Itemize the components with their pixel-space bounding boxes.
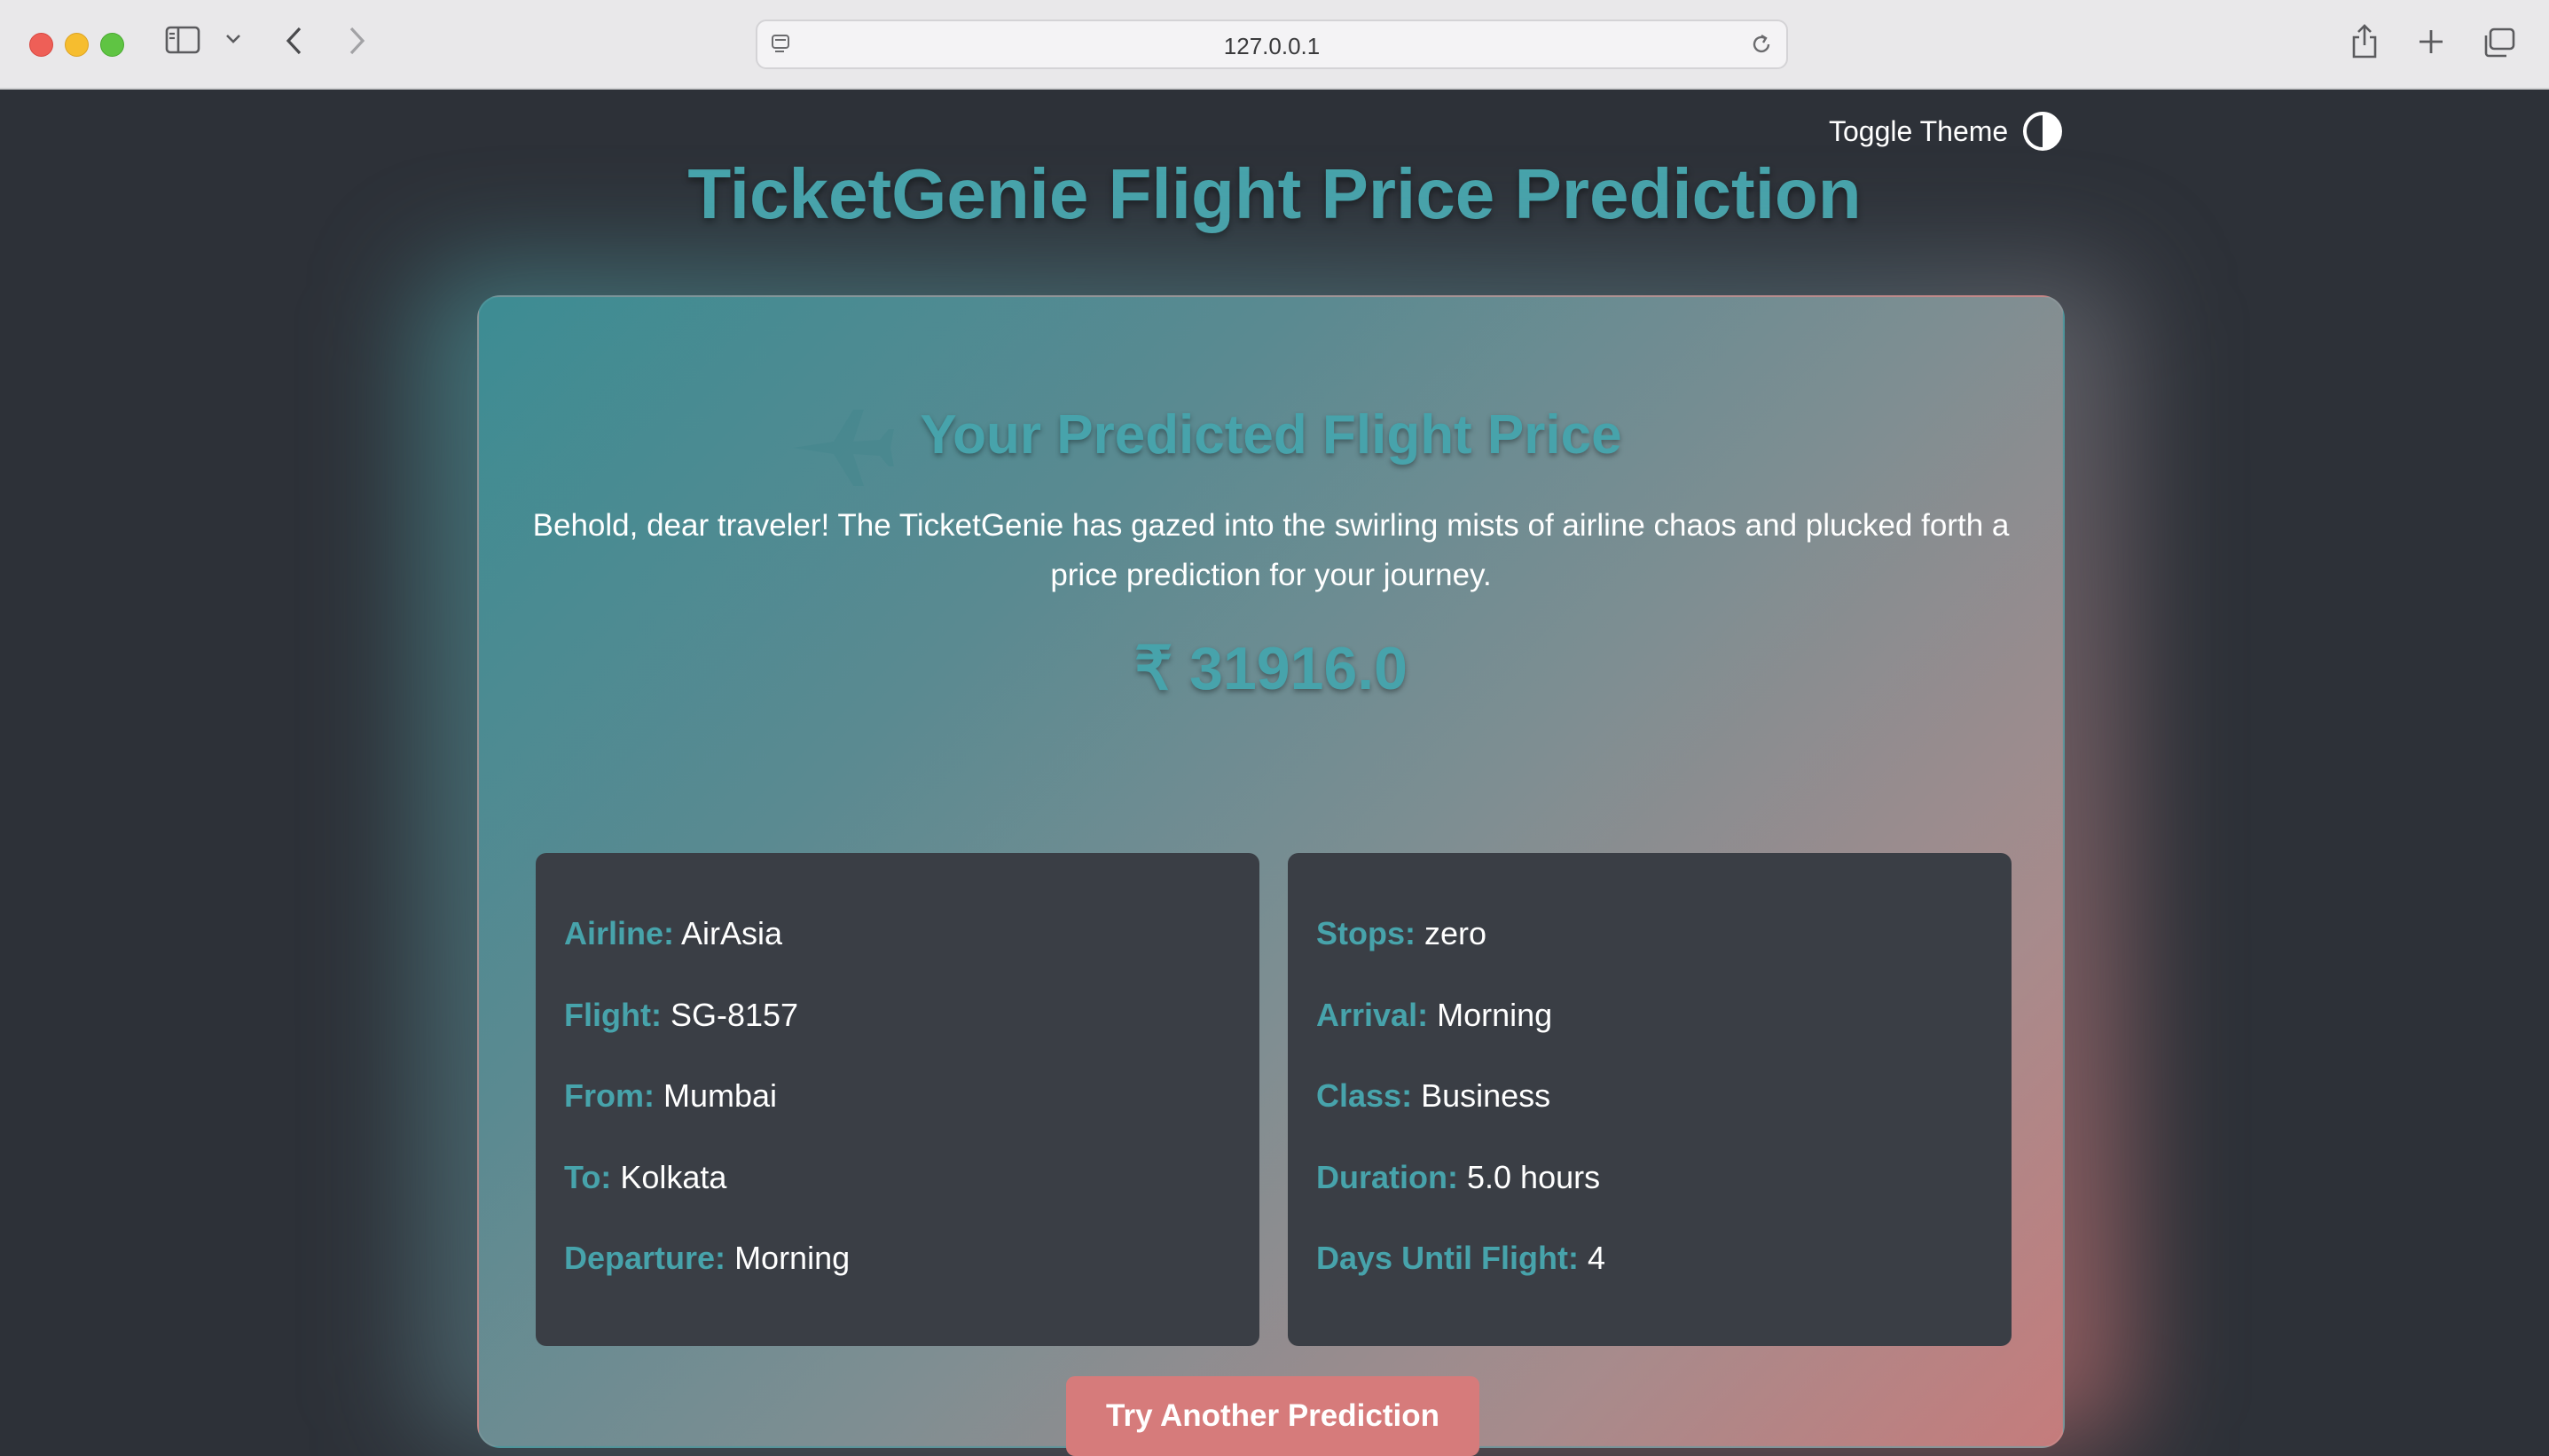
detail-key: Flight:	[564, 996, 662, 1033]
detail-key: Duration:	[1316, 1158, 1458, 1195]
detail-row-arrival: Arrival: Morning	[1316, 997, 1983, 1078]
detail-row-departure: Departure: Morning	[564, 1240, 1231, 1321]
detail-row-stops: Stops: zero	[1316, 915, 1983, 997]
url-text: 127.0.0.1	[1223, 33, 1321, 59]
predicted-price: ₹ 31916.0	[1134, 635, 1408, 702]
minimize-window-button[interactable]	[65, 33, 89, 57]
detail-row-flight: Flight: SG-8157	[564, 997, 1231, 1078]
detail-row-from: From: Mumbai	[564, 1077, 1231, 1159]
sidebar-icon[interactable]	[165, 25, 200, 55]
page: Toggle Theme TicketGenie Flight Price Pr…	[0, 90, 2549, 1456]
flight-details-left: Airline: AirAsia Flight: SG-8157 From: M…	[536, 853, 1259, 1346]
detail-value: SG-8157	[670, 996, 799, 1033]
forward-icon[interactable]	[346, 25, 367, 57]
contrast-icon	[2022, 111, 2063, 152]
chevron-down-icon[interactable]	[225, 34, 241, 44]
flight-details-right: Stops: zero Arrival: Morning Class: Busi…	[1288, 853, 2012, 1346]
detail-value: Kolkata	[620, 1158, 727, 1195]
share-icon[interactable]	[2349, 21, 2380, 60]
page-title: TicketGenie Flight Price Prediction	[687, 154, 1862, 233]
reload-icon[interactable]	[1749, 32, 1774, 61]
detail-key: Days Until Flight:	[1316, 1240, 1579, 1276]
detail-key: Arrival:	[1316, 996, 1429, 1033]
detail-value: Business	[1421, 1077, 1551, 1114]
tab-overview-icon[interactable]	[2482, 27, 2517, 59]
result-title: Your Predicted Flight Price	[920, 404, 1622, 466]
toggle-theme-label: Toggle Theme	[1829, 114, 2009, 147]
detail-value: 4	[1588, 1240, 1606, 1276]
maximize-window-button[interactable]	[100, 33, 124, 57]
address-bar[interactable]: 127.0.0.1	[756, 20, 1788, 69]
detail-value: zero	[1424, 915, 1487, 951]
detail-row-duration: Duration: 5.0 hours	[1316, 1159, 1983, 1241]
detail-key: Class:	[1316, 1077, 1413, 1114]
close-window-button[interactable]	[29, 33, 53, 57]
detail-row-airline: Airline: AirAsia	[564, 915, 1231, 997]
detail-key: Airline:	[564, 915, 675, 951]
result-description: Behold, dear traveler! The TicketGenie h…	[532, 508, 2010, 592]
detail-row-days-until-flight: Days Until Flight: 4	[1316, 1240, 1983, 1321]
new-tab-icon[interactable]	[2416, 27, 2446, 57]
detail-key: Stops:	[1316, 915, 1416, 951]
detail-value: Morning	[734, 1240, 851, 1276]
result-card: Your Predicted Flight Price Behold, dear…	[477, 295, 2065, 1456]
back-icon[interactable]	[284, 25, 305, 57]
detail-value: 5.0 hours	[1467, 1158, 1601, 1195]
browser-toolbar: 127.0.0.1	[0, 0, 2549, 90]
toggle-theme-button[interactable]: Toggle Theme	[1829, 111, 2063, 152]
detail-key: Departure:	[564, 1240, 726, 1276]
detail-row-class: Class: Business	[1316, 1077, 1983, 1159]
try-another-prediction-button[interactable]: Try Another Prediction	[1066, 1376, 1479, 1456]
detail-value: Mumbai	[663, 1077, 778, 1114]
detail-value: AirAsia	[681, 915, 783, 951]
detail-row-to: To: Kolkata	[564, 1159, 1231, 1241]
detail-key: From:	[564, 1077, 655, 1114]
detail-key: To:	[564, 1158, 612, 1195]
detail-value: Morning	[1437, 996, 1553, 1033]
